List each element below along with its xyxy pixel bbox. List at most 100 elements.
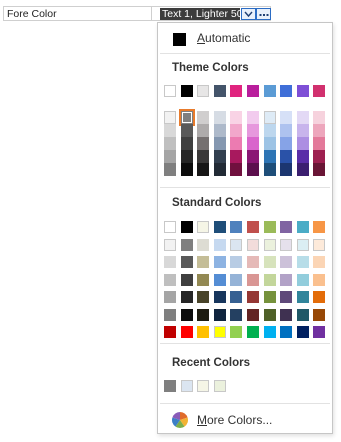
standard-color-swatch[interactable] — [230, 273, 243, 286]
standard-color-swatch[interactable] — [197, 273, 210, 286]
theme-shade-swatch[interactable] — [247, 150, 259, 163]
property-value-text[interactable]: Text 1, Lighter 50% — [160, 8, 240, 20]
standard-color-swatch[interactable] — [247, 308, 259, 321]
theme-shade-swatch[interactable] — [313, 163, 326, 176]
theme-shade-swatch[interactable] — [296, 124, 309, 137]
theme-shade-swatch[interactable] — [313, 150, 326, 163]
standard-color-swatch[interactable] — [296, 326, 309, 338]
theme-shade-swatch[interactable] — [263, 163, 276, 176]
theme-shade-swatch[interactable] — [180, 150, 193, 163]
theme-shade-swatch[interactable] — [180, 163, 193, 176]
theme-color-swatch[interactable] — [247, 85, 259, 97]
standard-color-swatch[interactable] — [197, 256, 210, 268]
standard-color-swatch[interactable] — [213, 291, 226, 303]
theme-color-swatch[interactable] — [230, 85, 243, 97]
standard-color-swatch[interactable] — [180, 256, 193, 268]
standard-color-swatch[interactable] — [280, 291, 293, 303]
theme-shade-swatch[interactable] — [280, 137, 293, 150]
theme-shade-swatch[interactable] — [197, 150, 210, 163]
standard-color-swatch[interactable] — [164, 326, 176, 338]
recent-color-swatch[interactable] — [213, 380, 226, 392]
theme-color-swatch[interactable] — [296, 85, 309, 97]
standard-color-swatch[interactable] — [263, 256, 276, 268]
standard-color-swatch[interactable] — [230, 291, 243, 303]
standard-color-swatch[interactable] — [263, 273, 276, 286]
standard-color-swatch[interactable] — [296, 221, 309, 233]
theme-shade-swatch[interactable] — [313, 111, 326, 124]
standard-color-swatch[interactable] — [197, 291, 210, 303]
standard-color-swatch[interactable] — [313, 291, 326, 303]
property-value-field[interactable]: Text 1, Lighter 50% — [151, 6, 271, 21]
standard-color-swatch[interactable] — [197, 308, 210, 321]
theme-shade-swatch[interactable] — [180, 137, 193, 150]
theme-shade-swatch[interactable] — [180, 124, 193, 137]
standard-color-swatch[interactable] — [296, 273, 309, 286]
theme-shade-swatch[interactable] — [263, 124, 276, 137]
theme-shade-swatch[interactable] — [230, 163, 243, 176]
standard-color-swatch[interactable] — [180, 273, 193, 286]
standard-color-swatch[interactable] — [213, 308, 226, 321]
standard-color-swatch[interactable] — [263, 308, 276, 321]
theme-color-swatch[interactable] — [213, 85, 226, 97]
theme-shade-swatch[interactable] — [247, 124, 259, 137]
standard-color-swatch[interactable] — [313, 308, 326, 321]
standard-color-swatch[interactable] — [280, 256, 293, 268]
theme-color-swatch[interactable] — [197, 85, 210, 97]
standard-color-swatch[interactable] — [247, 291, 259, 303]
standard-color-swatch[interactable] — [213, 273, 226, 286]
theme-color-swatch[interactable] — [313, 85, 326, 97]
standard-color-swatch[interactable] — [213, 326, 226, 338]
standard-color-swatch[interactable] — [313, 221, 326, 233]
theme-shade-swatch[interactable] — [230, 150, 243, 163]
standard-color-swatch[interactable] — [296, 256, 309, 268]
theme-shade-swatch-selected[interactable] — [178, 109, 195, 126]
theme-shade-swatch[interactable] — [164, 111, 176, 124]
theme-shade-swatch[interactable] — [197, 111, 210, 124]
theme-shade-swatch[interactable] — [213, 150, 226, 163]
more-colors-option[interactable]: More Colors... — [158, 409, 332, 431]
standard-color-swatch[interactable] — [263, 238, 276, 251]
standard-color-swatch[interactable] — [263, 291, 276, 303]
theme-shade-swatch[interactable] — [296, 111, 309, 124]
standard-color-swatch[interactable] — [247, 273, 259, 286]
recent-color-swatch[interactable] — [197, 380, 210, 392]
standard-color-swatch[interactable] — [197, 221, 210, 233]
theme-shade-swatch[interactable] — [197, 124, 210, 137]
standard-color-swatch[interactable] — [313, 256, 326, 268]
recent-color-swatch[interactable] — [180, 380, 193, 392]
automatic-color-option[interactable]: Automatic — [158, 27, 332, 49]
standard-color-swatch[interactable] — [313, 273, 326, 286]
theme-shade-swatch[interactable] — [296, 150, 309, 163]
theme-shade-swatch[interactable] — [247, 111, 259, 124]
standard-color-swatch[interactable] — [296, 291, 309, 303]
standard-color-swatch[interactable] — [230, 238, 243, 251]
standard-color-swatch[interactable] — [230, 221, 243, 233]
theme-shade-swatch[interactable] — [263, 150, 276, 163]
standard-color-swatch[interactable] — [296, 308, 309, 321]
theme-color-swatch[interactable] — [164, 85, 176, 97]
standard-color-swatch[interactable] — [180, 308, 193, 321]
standard-color-swatch[interactable] — [164, 273, 176, 286]
theme-shade-swatch[interactable] — [263, 111, 276, 124]
theme-shade-swatch[interactable] — [164, 137, 176, 150]
standard-color-swatch[interactable] — [280, 238, 293, 251]
standard-color-swatch[interactable] — [280, 221, 293, 233]
standard-color-swatch[interactable] — [263, 221, 276, 233]
standard-color-swatch[interactable] — [247, 256, 259, 268]
standard-color-swatch[interactable] — [230, 308, 243, 321]
standard-color-swatch[interactable] — [247, 326, 259, 338]
ellipsis-button[interactable] — [256, 8, 271, 20]
theme-shade-swatch[interactable] — [197, 163, 210, 176]
standard-color-swatch[interactable] — [247, 221, 259, 233]
standard-color-swatch[interactable] — [296, 238, 309, 251]
theme-shade-swatch[interactable] — [313, 124, 326, 137]
theme-shade-swatch[interactable] — [164, 163, 176, 176]
theme-shade-swatch[interactable] — [197, 137, 210, 150]
theme-shade-swatch[interactable] — [313, 137, 326, 150]
theme-color-swatch[interactable] — [263, 85, 276, 97]
theme-shade-swatch[interactable] — [296, 137, 309, 150]
standard-color-swatch[interactable] — [263, 326, 276, 338]
theme-shade-swatch[interactable] — [296, 163, 309, 176]
standard-color-swatch[interactable] — [164, 221, 176, 233]
standard-color-swatch[interactable] — [280, 326, 293, 338]
